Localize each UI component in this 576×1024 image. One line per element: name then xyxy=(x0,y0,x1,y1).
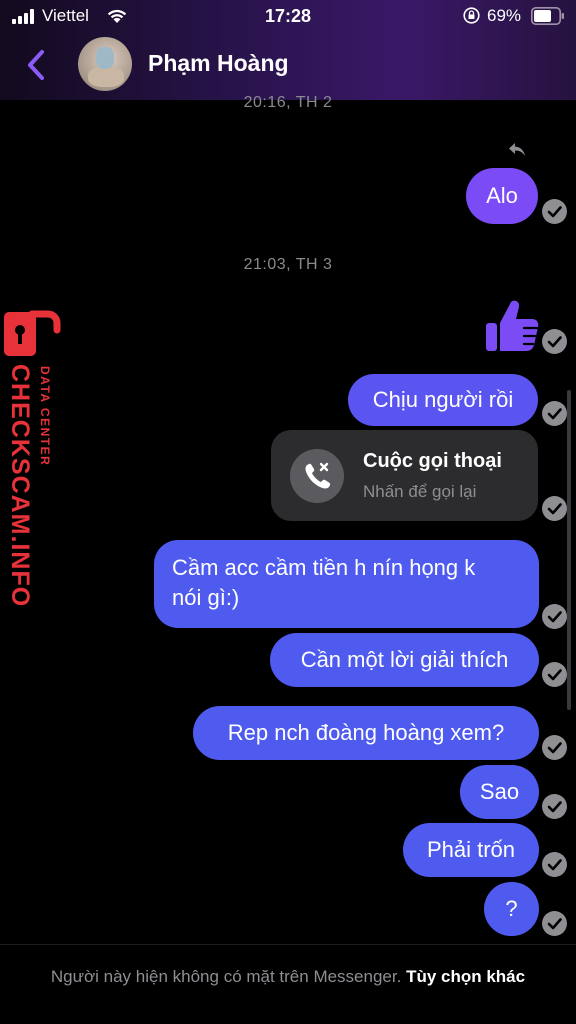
padlock-icon xyxy=(4,310,61,356)
message-text: Chịu người rồi xyxy=(372,387,514,412)
status-bar: Viettel 17:28 69% xyxy=(0,0,576,32)
watermark-tagline: DATA CENTER xyxy=(38,366,52,467)
watermark: CHECKSCAM.INFO DATA CENTER xyxy=(0,308,64,608)
timestamp: 21:03, TH 3 xyxy=(243,256,333,273)
message-bubble[interactable]: Cầm acc cầm tiền h nín họng k nói gì:) xyxy=(154,540,539,628)
message-bubble[interactable]: Rep nch đoàng hoàng xem? xyxy=(193,706,539,760)
sent-check-icon xyxy=(542,329,567,354)
message-text: Alo xyxy=(486,183,518,208)
divider xyxy=(0,944,576,945)
sent-check-icon xyxy=(542,401,567,426)
message-text: nói gì:) xyxy=(172,585,240,610)
chevron-left-icon[interactable] xyxy=(22,48,52,82)
sent-check-icon xyxy=(542,604,567,629)
battery-icon xyxy=(531,7,564,25)
message-text: Cầm acc cầm tiền h nín họng k xyxy=(172,555,476,580)
sent-check-icon xyxy=(542,911,567,936)
message-bubble[interactable]: ? xyxy=(484,882,539,936)
sent-check-icon xyxy=(542,662,567,687)
message-text: Cần một lời giải thích xyxy=(300,647,509,672)
sent-check-icon xyxy=(542,735,567,760)
more-options-link[interactable]: Tùy chọn khác xyxy=(406,967,525,986)
sent-check-icon xyxy=(542,794,567,819)
timestamp: 20:16, TH 2 xyxy=(243,94,333,111)
conversation-header: Phạm Hoàng xyxy=(0,32,576,96)
call-title: Cuộc gọi thoại xyxy=(363,450,502,472)
message-text: ? xyxy=(505,896,518,921)
avatar[interactable] xyxy=(78,37,132,91)
message-bubble[interactable]: Alo xyxy=(466,168,538,224)
sent-check-icon xyxy=(542,496,567,521)
contact-name[interactable]: Phạm Hoàng xyxy=(148,50,289,77)
message-bubble[interactable]: Sao xyxy=(460,765,539,819)
thumbs-up-icon[interactable] xyxy=(484,298,540,354)
unavailable-notice: Người này hiện không có mặt trên Messeng… xyxy=(40,964,536,989)
reply-icon xyxy=(509,143,525,156)
message-bubble[interactable]: Phải trốn xyxy=(403,823,539,877)
call-subtitle: Nhấn để gọi lại xyxy=(363,482,477,501)
message-bubble[interactable]: Cần một lời giải thích xyxy=(270,633,539,687)
missed-call-icon xyxy=(290,449,344,503)
sent-check-icon xyxy=(542,199,567,224)
watermark-brand: CHECKSCAM.INFO xyxy=(6,364,34,608)
message-text: Phải trốn xyxy=(426,837,516,862)
missed-call-card[interactable]: Cuộc gọi thoại Nhấn để gọi lại xyxy=(271,430,538,521)
message-text: Rep nch đoàng hoàng xem? xyxy=(227,720,505,745)
message-bubble[interactable]: Chịu người rồi xyxy=(348,374,538,426)
message-text: Sao xyxy=(479,779,520,804)
sent-check-icon xyxy=(542,852,567,877)
notice-text: Người này hiện không có mặt trên Messeng… xyxy=(50,967,402,986)
battery-percentage: 69% xyxy=(487,6,522,25)
scrollbar[interactable] xyxy=(567,390,571,710)
orientation-lock-icon xyxy=(463,7,480,24)
